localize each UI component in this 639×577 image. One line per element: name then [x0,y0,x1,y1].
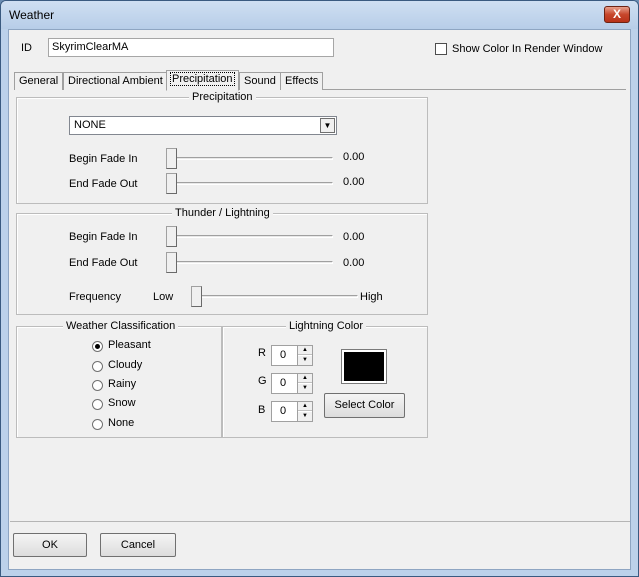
show-color-checkbox[interactable] [435,43,447,55]
radio-cloudy-label: Cloudy [108,359,143,371]
tab-sound-label: Sound [244,75,276,87]
spin-up-icon[interactable]: ▲ [298,402,312,411]
id-input-value: SkyrimClearMA [52,41,129,53]
lightning-color-group-title: Lightning Color [286,320,366,332]
precip-end-fade-label: End Fade Out [69,178,138,190]
green-spinner[interactable]: 0 ▲ ▼ [271,373,313,394]
radio-rainy[interactable] [92,380,103,391]
title-bar[interactable]: Weather X [1,1,638,29]
green-label: G [258,375,267,387]
tab-precipitation-label: Precipitation [170,72,235,86]
select-color-label: Select Color [334,399,395,411]
radio-none[interactable] [92,419,103,430]
tab-precipitation[interactable]: Precipitation [166,70,239,91]
tab-effects-label: Effects [285,75,319,87]
close-icon: X [612,7,621,21]
precipitation-group-title: Precipitation [189,91,256,103]
spin-up-icon[interactable]: ▲ [298,346,312,355]
radio-rainy-label: Rainy [108,378,137,390]
cancel-button[interactable]: Cancel [100,533,176,557]
red-value: 0 [280,349,287,361]
thunder-begin-fade-value: 0.00 [343,231,365,243]
green-value: 0 [280,377,287,389]
radio-pleasant[interactable] [92,341,103,352]
show-color-label: Show Color In Render Window [452,43,603,55]
ok-label: OK [42,539,58,551]
red-label: R [258,347,266,359]
spin-down-icon[interactable]: ▼ [298,412,312,421]
classification-group-title: Weather Classification [63,320,179,332]
cancel-label: Cancel [120,539,156,551]
lightning-color-swatch[interactable] [341,349,387,384]
precip-end-fade-thumb[interactable] [166,173,177,194]
dialog-client-area: ID SkyrimClearMA Show Color In Render Wi… [8,29,631,570]
thunder-begin-fade-thumb[interactable] [166,226,177,247]
radio-snow-label: Snow [108,397,136,409]
radio-cloudy[interactable] [92,361,103,372]
frequency-slider[interactable] [192,295,358,298]
thunder-end-fade-thumb[interactable] [166,252,177,273]
thunder-begin-fade-slider[interactable] [168,235,333,238]
tab-sound[interactable]: Sound [239,72,281,90]
id-label: ID [21,42,32,54]
window-title: Weather [9,8,55,22]
thunder-begin-fade-label: Begin Fade In [69,231,138,243]
frequency-high-label: High [360,291,383,303]
thunder-end-fade-slider[interactable] [168,261,333,264]
frequency-label: Frequency [69,291,121,303]
tab-directional-ambient[interactable]: Directional Ambient [63,72,168,90]
precipitation-type-select[interactable]: NONE ▼ [69,116,337,135]
spin-down-icon[interactable]: ▼ [298,384,312,393]
radio-pleasant-label: Pleasant [108,339,151,351]
lightning-color-group: Lightning Color R 0 ▲ ▼ G 0 ▲ ▼ B 0 ▲ ▼ Sel… [222,320,428,438]
blue-spinner[interactable]: 0 ▲ ▼ [271,401,313,422]
select-color-button[interactable]: Select Color [324,393,405,418]
frequency-thumb[interactable] [191,286,202,307]
tab-directional-ambient-label: Directional Ambient [68,75,163,87]
tab-effects[interactable]: Effects [280,72,324,90]
spin-up-icon[interactable]: ▲ [298,374,312,383]
tab-general-label: General [19,75,59,87]
footer-separator [10,521,630,522]
precip-begin-fade-thumb[interactable] [166,148,177,169]
frequency-low-label: Low [153,291,174,303]
thunder-end-fade-label: End Fade Out [69,257,138,269]
weather-dialog: Weather X ID SkyrimClearMA Show Color In… [0,0,639,577]
radio-snow[interactable] [92,399,103,410]
red-spinner[interactable]: 0 ▲ ▼ [271,345,313,366]
radio-none-label: None [108,417,135,429]
blue-value: 0 [280,405,287,417]
thunder-end-fade-value: 0.00 [343,257,365,269]
dropdown-arrow-icon[interactable]: ▼ [320,118,335,133]
precip-begin-fade-value: 0.00 [343,151,365,163]
tab-general[interactable]: General [14,72,64,90]
blue-label: B [258,404,266,416]
precip-end-fade-slider[interactable] [168,182,333,185]
close-button[interactable]: X [604,6,630,23]
precipitation-type-value: NONE [74,119,106,131]
id-input[interactable]: SkyrimClearMA [48,38,334,57]
spin-down-icon[interactable]: ▼ [298,356,312,365]
precipitation-group: Precipitation NONE ▼ Begin Fade In 0.00 … [16,91,428,204]
precip-begin-fade-slider[interactable] [168,157,333,160]
weather-classification-group: Weather Classification Pleasant Cloudy R… [16,320,222,438]
precip-end-fade-value: 0.00 [343,176,365,188]
thunder-group: Thunder / Lightning Begin Fade In 0.00 E… [16,207,428,315]
thunder-group-title: Thunder / Lightning [172,207,273,219]
ok-button[interactable]: OK [13,533,87,557]
precip-begin-fade-label: Begin Fade In [69,153,138,165]
